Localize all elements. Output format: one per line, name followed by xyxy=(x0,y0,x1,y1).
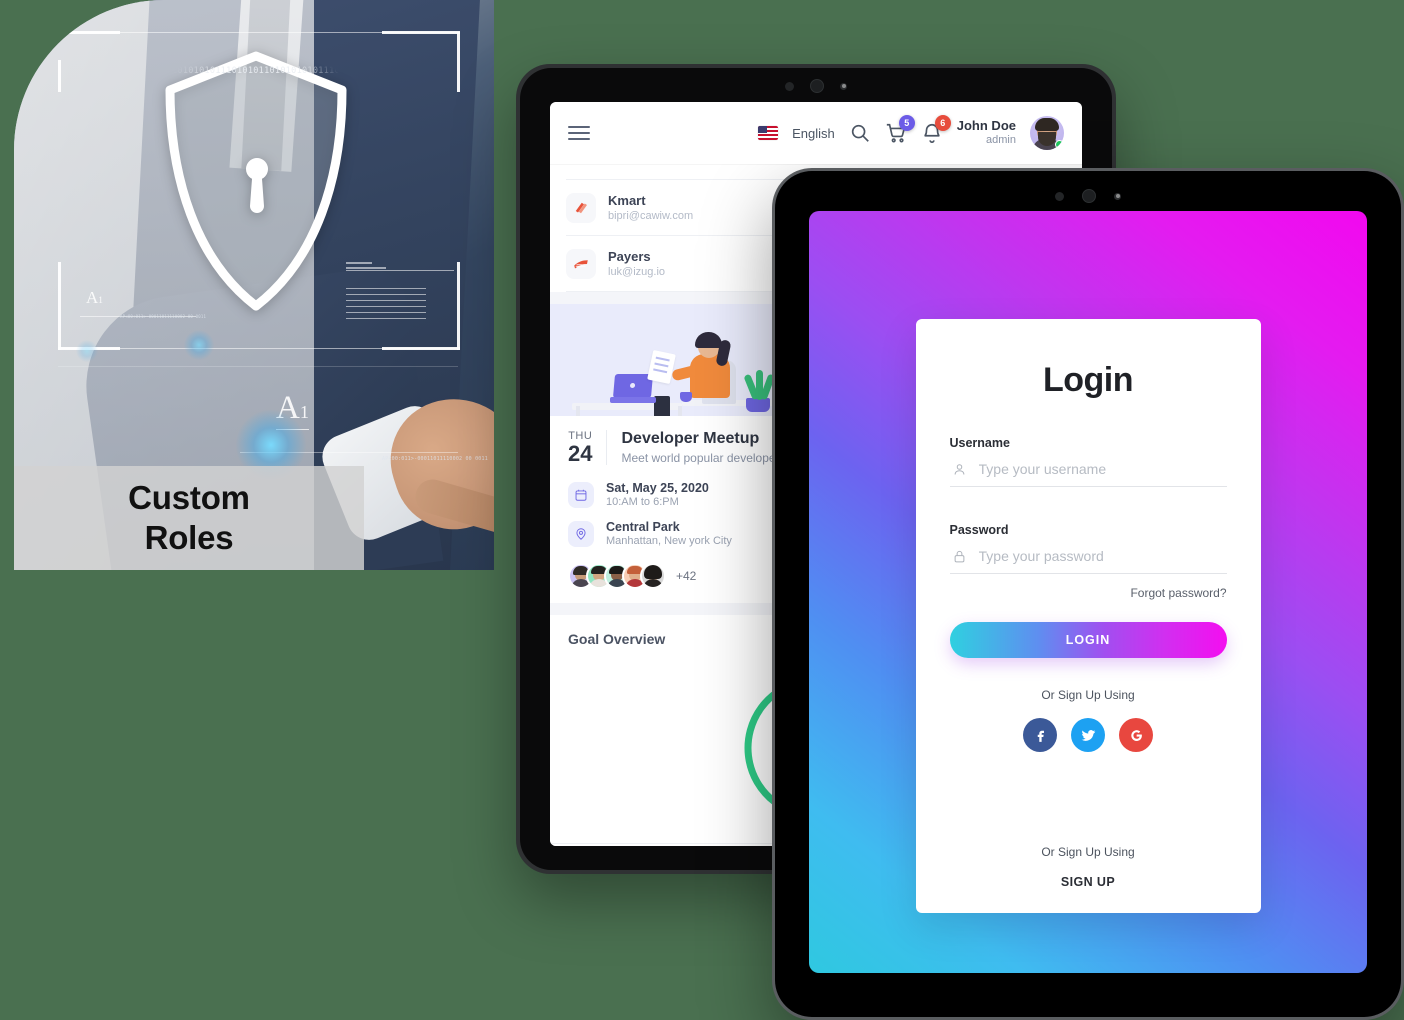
camera-sensor-dot xyxy=(785,81,794,91)
meetup-day-number: 24 xyxy=(568,441,593,466)
notification-badge: 6 xyxy=(934,115,951,131)
shopping-cart-icon[interactable]: 5 xyxy=(885,115,915,144)
shield-keyhole-icon xyxy=(242,156,272,214)
hud-glow-dot-3 xyxy=(76,340,98,362)
password-input-row[interactable] xyxy=(949,537,1227,574)
caption-line-1: Custom xyxy=(128,478,250,516)
merchant-cell: Payers luk@izug.io xyxy=(608,249,728,280)
avatar[interactable] xyxy=(1030,116,1064,150)
topbar-right-cluster: English 5 6 John Doe admin xyxy=(758,115,1064,150)
camera-lens-icon xyxy=(1082,189,1096,203)
signup-button[interactable]: SIGN UP xyxy=(916,875,1261,889)
merchant-email: luk@izug.io xyxy=(608,265,666,278)
meetup-date-text: Sat, May 25, 2020 10:AM to 6:PM xyxy=(606,481,709,508)
hamburger-menu-icon[interactable] xyxy=(568,126,590,140)
username-label: Username xyxy=(949,436,1010,450)
hud-label-a1-small: A1 xyxy=(86,288,103,307)
username-input[interactable] xyxy=(978,461,1225,477)
meetup-place-primary: Central Park xyxy=(606,520,680,535)
notification-bell-icon[interactable]: 6 xyxy=(921,115,951,144)
usa-flag-icon xyxy=(758,126,779,140)
payers-logo-icon xyxy=(566,249,596,279)
search-icon[interactable] xyxy=(849,122,871,144)
password-input[interactable] xyxy=(978,548,1225,564)
meetup-subtitle: Meet world popular developers xyxy=(621,451,786,466)
language-label[interactable]: English xyxy=(792,126,835,141)
meetup-title: Developer Meetup xyxy=(621,430,760,448)
camera-led-dot xyxy=(840,82,847,90)
cart-badge: 5 xyxy=(898,115,915,131)
location-pin-icon xyxy=(568,520,594,547)
twitter-icon[interactable] xyxy=(1071,718,1105,752)
username-input-row[interactable] xyxy=(949,450,1227,487)
camera-lens-icon xyxy=(810,79,824,93)
dashboard-topbar: English 5 6 John Doe admin xyxy=(550,102,1082,164)
login-screen: Login Username Password xyxy=(809,211,1367,973)
user-name: John Doe xyxy=(956,118,1016,134)
meetup-title-block: Developer Meetup Meet world popular deve… xyxy=(621,430,785,465)
page-title: Login xyxy=(1042,361,1134,399)
password-label: Password xyxy=(949,523,1009,537)
goal-title: Goal Overview xyxy=(568,631,666,648)
meetup-date-primary: Sat, May 25, 2020 xyxy=(606,481,709,496)
camera-led-dot xyxy=(1114,192,1121,200)
password-field-group: Password xyxy=(949,523,1227,574)
hud-micro-text-2: AP<00:011>-00011011110002 00 0011 xyxy=(120,314,207,319)
tablet-bezel: Login Username Password xyxy=(775,171,1401,1017)
hud-glow-dot-2 xyxy=(184,330,214,360)
social-login-row xyxy=(950,718,1227,752)
google-icon[interactable] xyxy=(1119,718,1153,752)
meetup-date-block: THU 24 xyxy=(568,430,608,466)
shield-lock-icon: 1010101011101010110101010101110101001010… xyxy=(156,48,356,318)
person-icon xyxy=(954,463,964,475)
login-button[interactable]: LOGIN xyxy=(949,622,1227,658)
laptop-camera-cluster xyxy=(516,78,1116,94)
facebook-icon[interactable] xyxy=(1023,718,1057,752)
attendee-avatar[interactable] xyxy=(640,563,666,590)
page-root: 1010101011101010110101010101110101001010… xyxy=(0,0,1404,1020)
or-signup-bottom-label: Or Sign Up Using xyxy=(1041,845,1135,859)
camera-sensor-dot xyxy=(1055,191,1064,201)
tablet-device: Login Username Password xyxy=(772,168,1404,1020)
calendar-icon xyxy=(568,481,594,508)
caption-line-2: Roles xyxy=(144,519,234,556)
kmart-logo-icon xyxy=(566,193,596,223)
online-status-dot xyxy=(1055,140,1064,149)
login-card: Login Username Password xyxy=(915,319,1261,913)
attendees-more-count[interactable]: +42 xyxy=(676,569,696,583)
meetup-place-text: Central Park Manhattan, New york City xyxy=(606,520,732,547)
tablet-camera-cluster xyxy=(775,188,1401,204)
merchant-name: Kmart xyxy=(608,192,646,208)
forgot-password-link[interactable]: Forgot password? xyxy=(950,586,1226,600)
user-role: admin xyxy=(986,134,1016,147)
username-field-group: Username xyxy=(949,436,1227,487)
meetup-date-secondary: 10:AM to 6:PM xyxy=(606,496,679,509)
user-meta[interactable]: John Doe admin xyxy=(956,118,1016,147)
signup-block: Or Sign Up Using SIGN UP xyxy=(916,845,1261,889)
merchant-cell: Kmart bipri@cawiw.com xyxy=(608,193,728,224)
meetup-place-secondary: Manhattan, New york City xyxy=(606,535,732,548)
lock-icon xyxy=(954,550,964,562)
custom-roles-caption: Custom Roles xyxy=(14,466,364,570)
merchant-name: Payers xyxy=(608,248,651,264)
or-signup-top-label: Or Sign Up Using xyxy=(1041,688,1135,702)
merchant-email: bipri@cawiw.com xyxy=(608,209,694,222)
hud-micro-text: AP<00:011>-00011011110002 00 0011 xyxy=(382,456,488,462)
